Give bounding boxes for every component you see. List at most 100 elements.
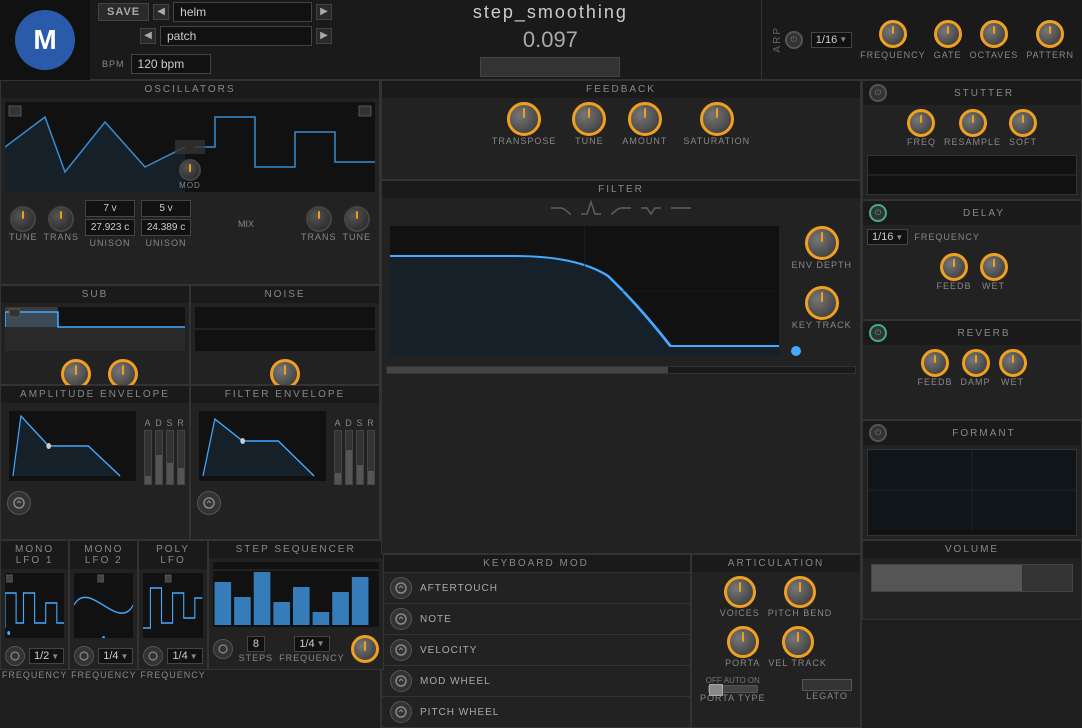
filter-key-track-knob[interactable] — [805, 286, 839, 320]
osc-unison-right-display[interactable]: 5 v — [141, 200, 191, 217]
osc-trans-right-knob[interactable] — [306, 206, 332, 232]
kbd-velocity-toggle[interactable] — [390, 639, 412, 661]
reverb-wet-knob[interactable] — [999, 349, 1027, 377]
filter-env-release-slider[interactable]: R — [367, 418, 375, 485]
poly-lfo-mode-button[interactable] — [143, 646, 163, 666]
formant-power-button[interactable]: ⏻ — [869, 424, 887, 442]
stutter-display — [867, 155, 1077, 195]
reverb-damp-knob[interactable] — [962, 349, 990, 377]
porta-type-slider[interactable] — [708, 685, 758, 693]
kbd-mod-wheel-toggle[interactable] — [390, 670, 412, 692]
kbd-note-toggle[interactable] — [390, 608, 412, 630]
amp-env-sustain-slider[interactable]: S — [166, 418, 174, 485]
osc-unison-left-label: UNISON — [90, 238, 131, 248]
arp-gate-knob[interactable] — [934, 20, 962, 48]
noise-display — [195, 307, 375, 351]
arp-power-button[interactable]: ⏻ — [785, 31, 803, 49]
delay-feedb-knob[interactable] — [940, 253, 968, 281]
arp-octaves-knob[interactable] — [980, 20, 1008, 48]
filter-env-attack-slider[interactable]: A — [334, 418, 342, 485]
filter-type-bandpass[interactable] — [579, 200, 603, 216]
amp-env-attack-slider[interactable]: A — [144, 418, 152, 485]
filter-indicator — [791, 346, 801, 356]
step-seq-mode-button[interactable] — [213, 639, 233, 659]
articulation-vel-track-label: VEL TRACK — [768, 658, 827, 668]
osc-unison-left-display[interactable]: 7 v — [85, 200, 135, 217]
delay-feedb-container: FEEDB — [936, 253, 971, 291]
lfo2-display — [74, 573, 133, 638]
osc-tune-left-knob[interactable] — [10, 206, 36, 232]
lfo1-frequency-selector[interactable]: 1/2 ▼ — [29, 648, 64, 664]
feedback-amount-knob[interactable] — [628, 102, 662, 136]
kbd-pitch-wheel-toggle[interactable] — [390, 701, 412, 723]
step-smoothing-value: 0.097 — [523, 27, 578, 53]
articulation-voices-knob[interactable] — [724, 576, 756, 608]
reverb-power-button[interactable]: ⏻ — [869, 324, 887, 342]
amp-env-decay-slider[interactable]: D — [155, 418, 163, 485]
amp-env-mode-button[interactable] — [7, 491, 31, 515]
filter-type-lowpass[interactable] — [549, 200, 573, 216]
arp-octaves-knob-container: OCTAVES — [970, 20, 1019, 60]
poly-lfo-frequency-selector[interactable]: 1/4 ▼ — [167, 648, 202, 664]
preset-down-button[interactable]: ◀ — [140, 28, 156, 44]
osc-trans-left-knob[interactable] — [48, 206, 74, 232]
lfo2-freq-label: FREQUENCY — [70, 670, 137, 682]
reverb-feedb-knob[interactable] — [921, 349, 949, 377]
articulation-vel-track-knob[interactable] — [782, 626, 814, 658]
osc-unison-left-cents[interactable]: 27.923 c — [85, 219, 135, 236]
lfo2-frequency-selector[interactable]: 1/4 ▼ — [98, 648, 133, 664]
filter-section: FILTER — [381, 180, 861, 554]
filter-env-decay-slider[interactable]: D — [345, 418, 353, 485]
arp-gate-label: GATE — [934, 50, 962, 60]
osc-mod-knob[interactable] — [179, 159, 201, 181]
arp-frequency-knob[interactable] — [879, 20, 907, 48]
preset-next-button[interactable]: ▶ — [316, 28, 332, 44]
poly-lfo-display — [143, 573, 202, 638]
articulation-pitch-bend-label: PITCH BEND — [768, 608, 833, 618]
articulation-porta-knob[interactable] — [727, 626, 759, 658]
preset-name[interactable]: patch — [160, 26, 312, 46]
delay-power-button[interactable]: ⏻ — [869, 204, 887, 222]
bpm-input[interactable] — [131, 54, 211, 74]
arp-frequency-selector[interactable]: 1/16 ▼ — [811, 32, 852, 48]
feedback-title: FEEDBACK — [382, 81, 860, 98]
feedback-transpose-knob[interactable] — [507, 102, 541, 136]
arp-pattern-knob[interactable] — [1036, 20, 1064, 48]
stutter-power-button[interactable]: ⏻ — [869, 84, 887, 102]
osc-tune-right-knob[interactable] — [344, 206, 370, 232]
legato-slider[interactable] — [802, 679, 852, 691]
step-seq-knob[interactable] — [351, 635, 379, 663]
articulation-porta-label: PORTA — [725, 658, 760, 668]
step-smoothing-label: step_smoothing — [473, 2, 628, 23]
kbd-aftertouch-toggle[interactable] — [390, 577, 412, 599]
feedback-saturation-knob[interactable] — [700, 102, 734, 136]
feedback-tune-knob[interactable] — [572, 102, 606, 136]
lfo1-mode-button[interactable] — [5, 646, 25, 666]
step-seq-frequency-selector[interactable]: 1/4 ▼ — [294, 636, 329, 652]
filter-env-mode-button[interactable] — [197, 491, 221, 515]
filter-scrollbar[interactable] — [386, 366, 856, 374]
lfo2-mode-button[interactable] — [74, 646, 94, 666]
volume-slider[interactable] — [871, 564, 1073, 592]
stutter-resample-knob[interactable] — [959, 109, 987, 137]
delay-frequency-selector[interactable]: 1/16 ▼ — [867, 229, 908, 245]
filter-type-all[interactable] — [669, 200, 693, 216]
osc-unison-right-cents[interactable]: 24.389 c — [141, 219, 191, 236]
filter-type-notch[interactable] — [639, 200, 663, 216]
preset-up-button[interactable]: ◀ — [153, 4, 169, 20]
filter-type-highpass[interactable] — [609, 200, 633, 216]
formant-section: ⏻ FORMANT — [862, 420, 1082, 540]
articulation-pitch-bend-knob[interactable] — [784, 576, 816, 608]
filter-env-depth-knob[interactable] — [805, 226, 839, 260]
stutter-freq-knob[interactable] — [907, 109, 935, 137]
delay-wet-knob[interactable] — [980, 253, 1008, 281]
filter-envelope-title: FILTER ENVELOPE — [191, 386, 379, 403]
stutter-soft-label: SOFT — [1009, 137, 1037, 147]
kbd-velocity-row: VELOCITY — [382, 634, 690, 665]
filter-env-sustain-slider[interactable]: S — [356, 418, 364, 485]
preset-top-next-button[interactable]: ▶ — [316, 4, 332, 20]
stutter-soft-knob[interactable] — [1009, 109, 1037, 137]
step-seq-steps-value[interactable]: 8 — [247, 636, 265, 652]
save-button[interactable]: SAVE — [98, 3, 149, 21]
amp-env-release-slider[interactable]: R — [177, 418, 185, 485]
